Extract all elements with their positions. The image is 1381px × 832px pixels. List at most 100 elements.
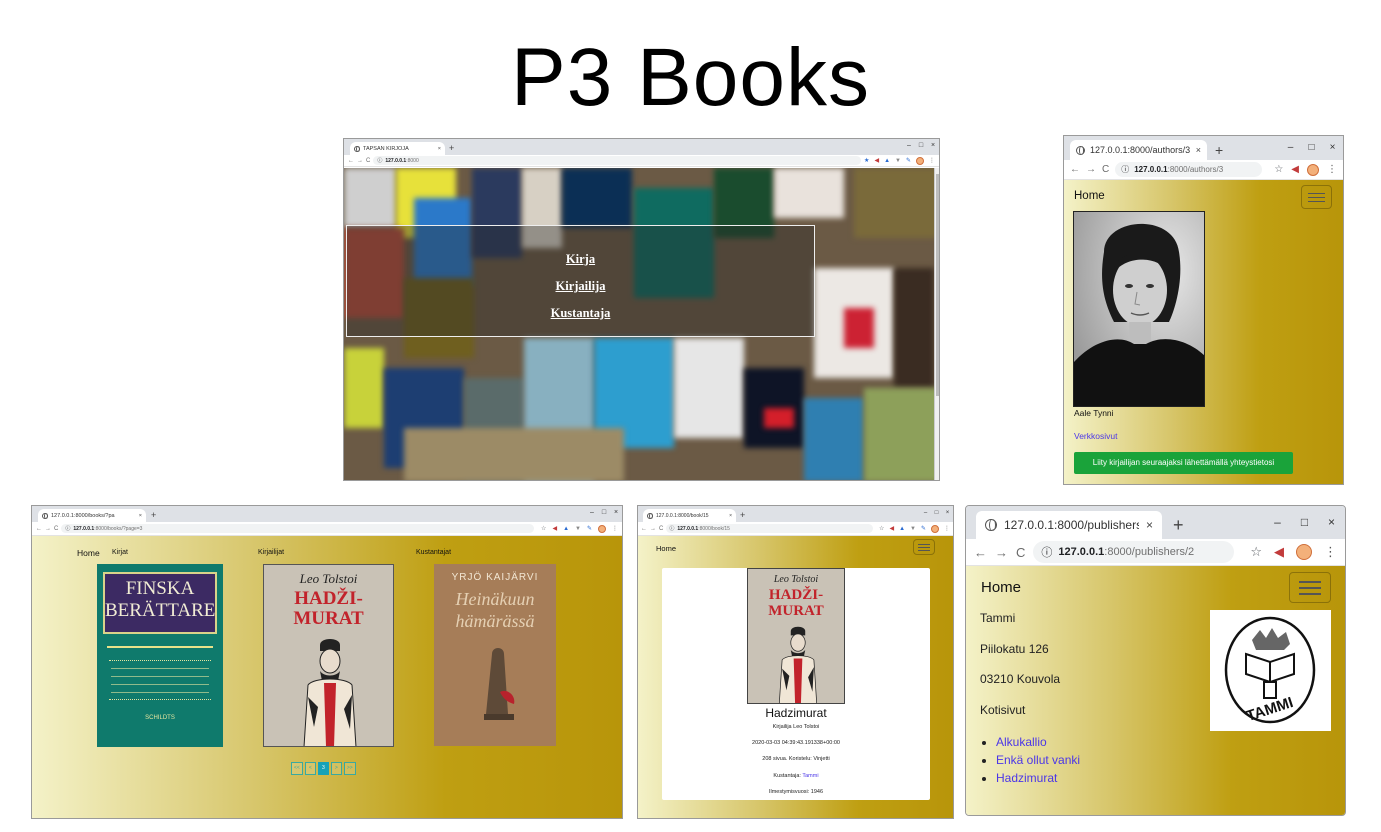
browser-tab[interactable]: 127.0.0.1:8000/publishers × bbox=[976, 511, 1162, 539]
reload-icon[interactable]: C bbox=[1102, 164, 1109, 175]
url-input[interactable]: ⓘ 127.0.0.1:8000/authors/3 bbox=[1115, 162, 1263, 177]
pen-icon[interactable]: ✎ bbox=[921, 525, 926, 532]
minimize-button[interactable]: – bbox=[1264, 506, 1291, 539]
new-tab-button[interactable]: + bbox=[1173, 511, 1184, 539]
pager-current[interactable]: 3 bbox=[317, 762, 329, 775]
megaphone-icon[interactable]: ◀ bbox=[874, 157, 879, 164]
minimize-button[interactable]: – bbox=[920, 506, 931, 522]
publisher-link[interactable]: Tammi bbox=[802, 773, 818, 779]
menu-link-kustantaja[interactable]: Kustantaja bbox=[347, 300, 814, 327]
avatar-icon[interactable] bbox=[598, 524, 606, 533]
new-tab-button[interactable]: + bbox=[1215, 140, 1223, 160]
minimize-button[interactable]: – bbox=[1280, 136, 1301, 160]
back-icon[interactable]: ← bbox=[348, 158, 354, 164]
more-vert-icon[interactable]: ⋮ bbox=[1327, 164, 1337, 175]
graduation-hat-icon[interactable]: ▲ bbox=[899, 526, 905, 532]
close-tab-icon[interactable]: × bbox=[438, 146, 441, 152]
browser-tab[interactable]: 127.0.0.1:8000/books/?pa × bbox=[38, 509, 146, 522]
home-link[interactable]: Home bbox=[656, 544, 676, 553]
avatar-icon[interactable] bbox=[1307, 163, 1319, 176]
url-input[interactable]: ⓘ 127.0.0.1:8000/book/15 bbox=[666, 524, 874, 533]
pager-prev[interactable]: < bbox=[304, 762, 316, 775]
pager-last[interactable]: >> bbox=[343, 762, 356, 775]
back-icon[interactable]: ← bbox=[974, 545, 987, 560]
avatar-icon[interactable] bbox=[916, 156, 924, 165]
book-cover[interactable]: YRJÖ KAIJÄRVI Heinäkuun hämärässä bbox=[434, 564, 556, 746]
hamburger-menu-icon[interactable] bbox=[1301, 185, 1332, 209]
close-tab-icon[interactable]: × bbox=[1196, 145, 1201, 155]
forward-icon[interactable]: → bbox=[650, 526, 656, 532]
avatar-icon[interactable] bbox=[931, 524, 939, 533]
info-icon[interactable]: ⓘ bbox=[1041, 544, 1052, 560]
book-cover[interactable]: FINSKA BERÄTTARE SCHILDTS bbox=[97, 564, 223, 747]
v-shield-icon[interactable]: ▼ bbox=[575, 526, 581, 532]
home-link[interactable]: Home bbox=[981, 579, 1021, 596]
close-window-button[interactable]: × bbox=[1318, 506, 1345, 539]
publisher-website-link[interactable]: Kotisivut bbox=[980, 703, 1025, 717]
maximize-button[interactable]: □ bbox=[915, 139, 927, 155]
pen-icon[interactable]: ✎ bbox=[906, 157, 911, 164]
menu-link-kirja[interactable]: Kirja bbox=[347, 246, 814, 273]
pen-icon[interactable]: ✎ bbox=[587, 525, 592, 532]
menu-link-kirjailija[interactable]: Kirjailija bbox=[347, 273, 814, 300]
scrollbar[interactable] bbox=[934, 168, 939, 480]
book-link[interactable]: Hadzimurat bbox=[996, 771, 1057, 785]
forward-icon[interactable]: → bbox=[357, 158, 363, 164]
minimize-button[interactable]: – bbox=[903, 139, 915, 155]
bookmark-star-icon[interactable]: ☆ bbox=[1274, 164, 1283, 175]
more-vert-icon[interactable]: ⋮ bbox=[929, 157, 935, 164]
more-vert-icon[interactable]: ⋮ bbox=[944, 525, 950, 532]
close-tab-icon[interactable]: × bbox=[1146, 518, 1153, 532]
pager-next[interactable]: > bbox=[330, 762, 342, 775]
reload-icon[interactable]: C bbox=[1016, 545, 1025, 560]
info-icon[interactable]: ⓘ bbox=[377, 157, 382, 164]
book-link[interactable]: Enkä ollut vanki bbox=[996, 753, 1080, 767]
bookmark-star-icon[interactable]: ☆ bbox=[1250, 544, 1262, 560]
minimize-button[interactable]: – bbox=[586, 506, 598, 522]
back-icon[interactable]: ← bbox=[36, 526, 42, 532]
megaphone-icon[interactable]: ◀ bbox=[1274, 544, 1284, 560]
forward-icon[interactable]: → bbox=[995, 545, 1008, 560]
home-link[interactable]: Home bbox=[1074, 190, 1105, 202]
nav-link-kirjat[interactable]: Kirjat bbox=[112, 549, 128, 556]
new-tab-button[interactable]: + bbox=[740, 509, 745, 522]
maximize-button[interactable]: □ bbox=[1291, 506, 1318, 539]
reload-icon[interactable]: C bbox=[659, 526, 663, 532]
follow-author-button[interactable]: Liity kirjailijan seuraajaksi lähettämäl… bbox=[1074, 452, 1293, 474]
graduation-hat-icon[interactable]: ▲ bbox=[884, 158, 890, 164]
bookmark-star-icon[interactable]: ☆ bbox=[541, 525, 546, 532]
v-shield-icon[interactable]: ▼ bbox=[895, 158, 901, 164]
hamburger-menu-icon[interactable] bbox=[913, 539, 935, 555]
megaphone-icon[interactable]: ◀ bbox=[1291, 164, 1299, 175]
close-window-button[interactable]: × bbox=[927, 139, 939, 155]
more-vert-icon[interactable]: ⋮ bbox=[612, 525, 618, 532]
book-cover[interactable]: Leo Tolstoi HADŽI-MURAT bbox=[263, 564, 394, 747]
forward-icon[interactable]: → bbox=[1086, 164, 1096, 175]
browser-tab[interactable]: 127.0.0.1:8000/authors/3 × bbox=[1070, 140, 1207, 160]
back-icon[interactable]: ← bbox=[641, 526, 647, 532]
url-input[interactable]: ⓘ 127.0.0.1:8000/books/?page=3 bbox=[61, 524, 535, 533]
pager-first[interactable]: << bbox=[291, 762, 303, 775]
author-website-link[interactable]: Verkkosivut bbox=[1074, 431, 1117, 441]
avatar-icon[interactable] bbox=[1296, 544, 1312, 560]
reload-icon[interactable]: C bbox=[366, 158, 370, 164]
graduation-hat-icon[interactable]: ▲ bbox=[563, 526, 569, 532]
close-window-button[interactable]: × bbox=[610, 506, 622, 522]
info-icon[interactable]: ⓘ bbox=[65, 525, 70, 532]
book-link[interactable]: Alkukallio bbox=[996, 735, 1047, 749]
close-tab-icon[interactable]: × bbox=[729, 513, 732, 519]
megaphone-icon[interactable]: ◀ bbox=[889, 525, 894, 532]
info-icon[interactable]: ⓘ bbox=[1121, 164, 1129, 175]
browser-tab[interactable]: 127.0.0.1:8000/book/15 × bbox=[643, 509, 736, 522]
new-tab-button[interactable]: + bbox=[449, 142, 454, 155]
more-vert-icon[interactable]: ⋮ bbox=[1324, 544, 1337, 560]
forward-icon[interactable]: → bbox=[45, 526, 51, 532]
url-input[interactable]: ⓘ 127.0.0.1:8000/publishers/2 bbox=[1033, 541, 1235, 563]
reload-icon[interactable]: C bbox=[54, 526, 58, 532]
v-shield-icon[interactable]: ▼ bbox=[910, 526, 916, 532]
nav-link-kustantajat[interactable]: Kustantajat bbox=[416, 549, 451, 556]
maximize-button[interactable]: □ bbox=[1301, 136, 1322, 160]
url-input[interactable]: ⓘ 127.0.0.1:8000 bbox=[373, 156, 862, 165]
maximize-button[interactable]: □ bbox=[931, 506, 942, 522]
close-window-button[interactable]: × bbox=[942, 506, 953, 522]
